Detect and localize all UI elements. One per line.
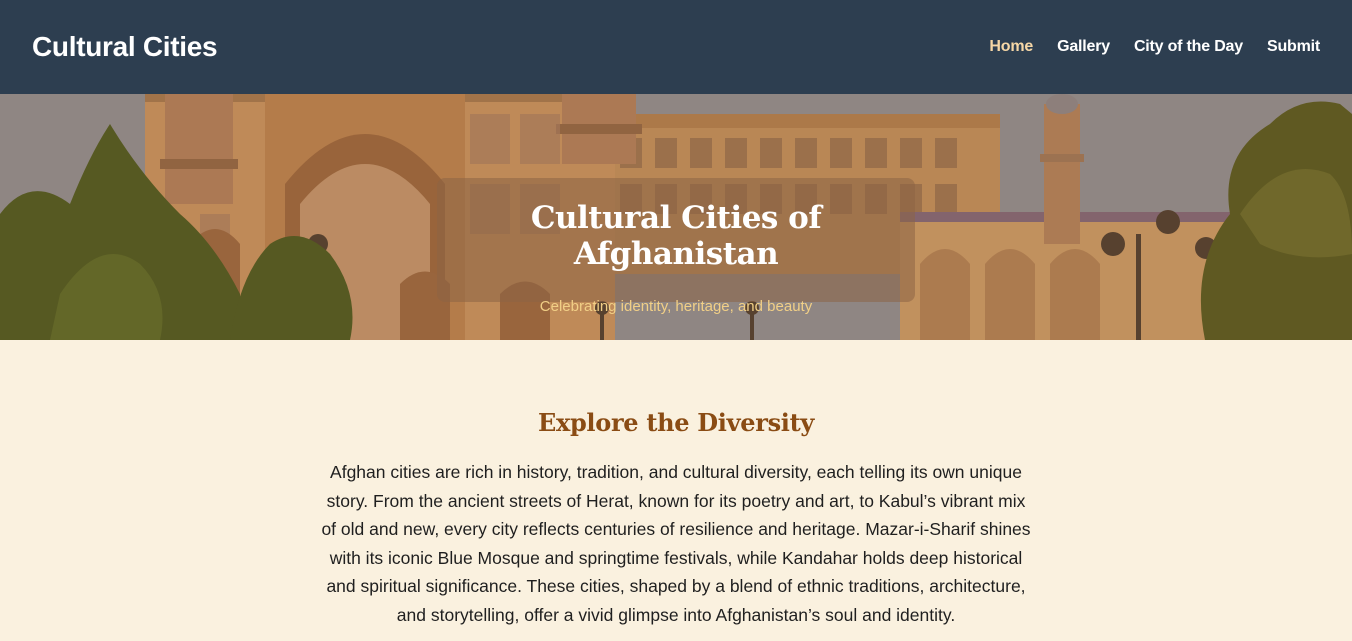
main-content: Explore the Diversity Afghan cities are … — [0, 340, 1352, 641]
section-heading: Explore the Diversity — [537, 408, 815, 437]
hero-banner: Cultural Cities of Afghanistan Celebrati… — [0, 94, 1352, 340]
hero-subtitle: Celebrating identity, heritage, and beau… — [539, 298, 813, 315]
nav-link-city-of-the-day[interactable]: City of the Day — [1134, 38, 1243, 56]
hero-caption-box: Cultural Cities of Afghanistan Celebrati… — [437, 178, 915, 315]
site-header: Cultural Cities Home Gallery City of the… — [0, 0, 1352, 94]
main-nav: Home Gallery City of the Day Submit — [989, 38, 1320, 56]
section-paragraph: Afghan cities are rich in history, tradi… — [321, 462, 1031, 625]
hero-title: Cultural Cities of Afghanistan — [530, 200, 822, 272]
brand-logo-link[interactable]: Cultural Cities — [32, 31, 218, 63]
nav-link-home[interactable]: Home — [989, 38, 1033, 56]
nav-link-submit[interactable]: Submit — [1267, 38, 1320, 56]
nav-link-gallery[interactable]: Gallery — [1057, 38, 1110, 56]
